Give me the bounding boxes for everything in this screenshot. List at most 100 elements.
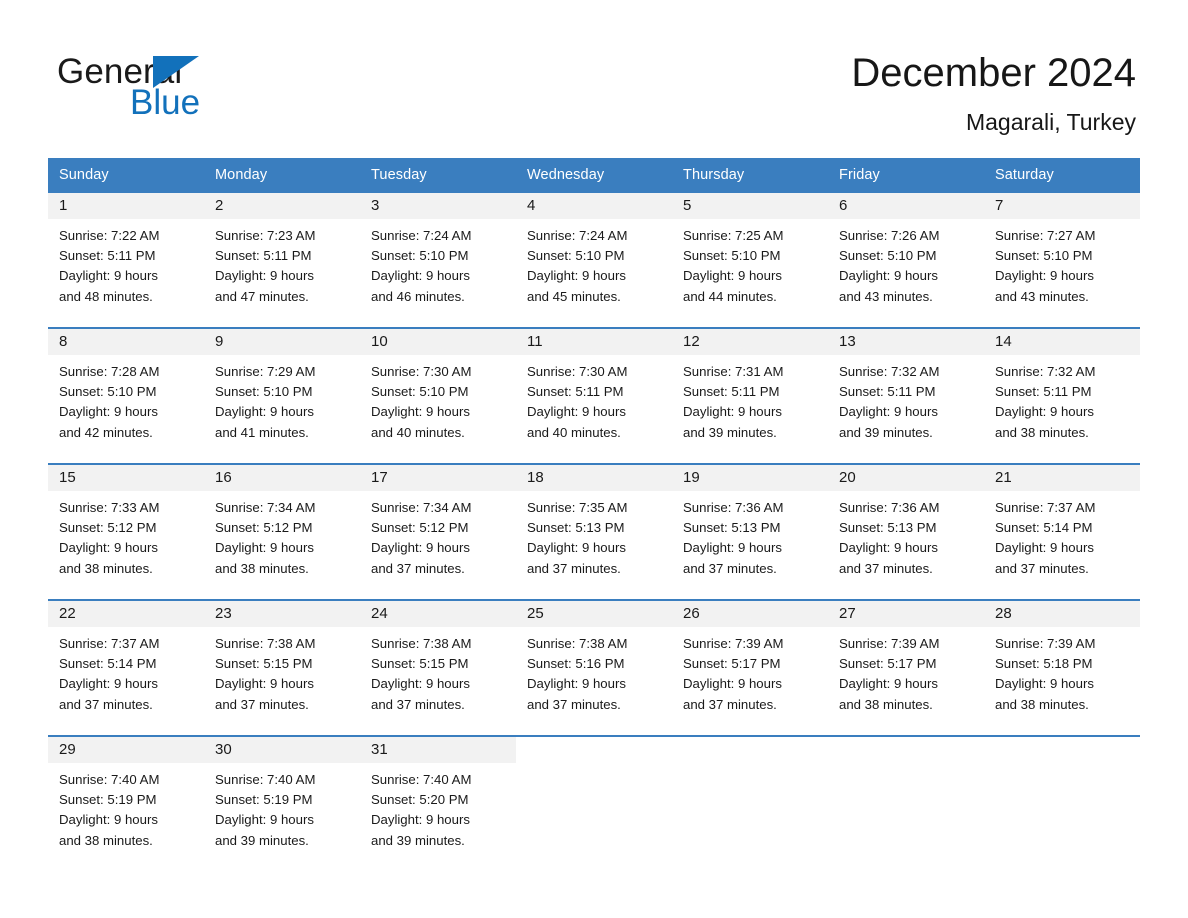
day-cell[interactable]: 23 Sunrise: 7:38 AM Sunset: 5:15 PM Dayligh…: [204, 599, 360, 736]
daylight-text-line1: Daylight: 9 hours: [215, 404, 314, 420]
day-number: 3: [371, 197, 380, 214]
week-row: 29 Sunrise: 7:40 AM Sunset: 5:19 PM Dayligh…: [48, 735, 1140, 871]
day-cell[interactable]: 15 Sunrise: 7:33 AM Sunset: 5:12 PM Dayligh…: [48, 463, 204, 600]
sunset-text: Sunset: 5:10 PM: [527, 248, 625, 264]
sunset-text: Sunset: 5:14 PM: [995, 520, 1093, 536]
day-number: 5: [683, 197, 692, 214]
day-cell[interactable]: 7 Sunrise: 7:27 AM Sunset: 5:10 PM Daylight…: [984, 193, 1140, 328]
day-cell[interactable]: 5 Sunrise: 7:25 AM Sunset: 5:10 PM Daylight…: [672, 193, 828, 328]
daylight-text-line2: and 40 minutes.: [527, 424, 621, 440]
day-cell[interactable]: 21 Sunrise: 7:37 AM Sunset: 5:14 PM Dayligh…: [984, 463, 1140, 600]
daylight-text-line1: Daylight: 9 hours: [59, 676, 158, 692]
sunset-text: Sunset: 5:11 PM: [683, 384, 780, 400]
daylight-text-line2: and 37 minutes.: [215, 696, 309, 712]
sunrise-text: Sunrise: 7:40 AM: [371, 772, 472, 787]
day-cell[interactable]: 12 Sunrise: 7:31 AM Sunset: 5:11 PM Dayligh…: [672, 327, 828, 464]
day-cell[interactable]: 29 Sunrise: 7:40 AM Sunset: 5:19 PM Dayligh…: [48, 735, 204, 871]
day-cell[interactable]: 26 Sunrise: 7:39 AM Sunset: 5:17 PM Dayligh…: [672, 599, 828, 736]
day-cell[interactable]: 11 Sunrise: 7:30 AM Sunset: 5:11 PM Dayligh…: [516, 327, 672, 464]
daylight-text-line1: Daylight: 9 hours: [59, 404, 158, 420]
daylight-text-line1: Daylight: 9 hours: [59, 540, 158, 556]
sunset-text: Sunset: 5:18 PM: [995, 656, 1093, 672]
day-cell[interactable]: 6 Sunrise: 7:26 AM Sunset: 5:10 PM Daylight…: [828, 193, 984, 328]
day-cell[interactable]: 2 Sunrise: 7:23 AM Sunset: 5:11 PM Daylight…: [204, 193, 360, 328]
day-cell[interactable]: 16 Sunrise: 7:34 AM Sunset: 5:12 PM Dayligh…: [204, 463, 360, 600]
day-number: 30: [215, 741, 232, 758]
day-number: 13: [839, 333, 856, 350]
day-number: 31: [371, 741, 388, 758]
sunrise-text: Sunrise: 7:38 AM: [215, 636, 316, 651]
day-number: 27: [839, 605, 856, 622]
day-cell[interactable]: 1 Sunrise: 7:22 AM Sunset: 5:11 PM Daylight…: [48, 193, 204, 328]
general-blue-logo[interactable]: General Blue: [57, 52, 327, 124]
sunrise-text: Sunrise: 7:39 AM: [839, 636, 940, 651]
daylight-text-line2: and 39 minutes.: [683, 424, 777, 440]
daylight-text-line1: Daylight: 9 hours: [371, 268, 470, 284]
day-cell[interactable]: 31 Sunrise: 7:40 AM Sunset: 5:20 PM Dayligh…: [360, 735, 516, 871]
day-cell[interactable]: 25 Sunrise: 7:38 AM Sunset: 5:16 PM Dayligh…: [516, 599, 672, 736]
sunrise-text: Sunrise: 7:31 AM: [683, 364, 784, 379]
day-number: 20: [839, 469, 856, 486]
day-cell[interactable]: 24 Sunrise: 7:38 AM Sunset: 5:15 PM Dayligh…: [360, 599, 516, 736]
daylight-text-line1: Daylight: 9 hours: [839, 676, 938, 692]
sunset-text: Sunset: 5:19 PM: [215, 792, 313, 808]
daylight-text-line1: Daylight: 9 hours: [839, 404, 938, 420]
day-number: 8: [59, 333, 68, 350]
sunrise-text: Sunrise: 7:36 AM: [839, 500, 940, 515]
page-header: General Blue December 2024 Magarali, Tur…: [0, 0, 1188, 152]
weekday-header-sunday: Sunday: [48, 158, 204, 193]
daylight-text-line1: Daylight: 9 hours: [683, 540, 782, 556]
daylight-text-line1: Daylight: 9 hours: [527, 404, 626, 420]
sunrise-text: Sunrise: 7:32 AM: [839, 364, 940, 379]
daylight-text-line2: and 37 minutes.: [995, 560, 1089, 576]
day-cell[interactable]: 17 Sunrise: 7:34 AM Sunset: 5:12 PM Dayligh…: [360, 463, 516, 600]
day-cell[interactable]: 30 Sunrise: 7:40 AM Sunset: 5:19 PM Dayligh…: [204, 735, 360, 871]
day-cell[interactable]: 18 Sunrise: 7:35 AM Sunset: 5:13 PM Dayligh…: [516, 463, 672, 600]
sunrise-text: Sunrise: 7:29 AM: [215, 364, 316, 379]
day-cell-empty: [516, 735, 672, 871]
day-number: 16: [215, 469, 232, 486]
day-cell[interactable]: 28 Sunrise: 7:39 AM Sunset: 5:18 PM Dayligh…: [984, 599, 1140, 736]
day-cell-empty: [828, 735, 984, 871]
day-cell[interactable]: 4 Sunrise: 7:24 AM Sunset: 5:10 PM Daylight…: [516, 193, 672, 328]
sunset-text: Sunset: 5:11 PM: [995, 384, 1092, 400]
sunrise-text: Sunrise: 7:30 AM: [527, 364, 628, 379]
daylight-text-line1: Daylight: 9 hours: [995, 540, 1094, 556]
day-cell[interactable]: 27 Sunrise: 7:39 AM Sunset: 5:17 PM Dayligh…: [828, 599, 984, 736]
day-cell[interactable]: 19 Sunrise: 7:36 AM Sunset: 5:13 PM Dayligh…: [672, 463, 828, 600]
sunset-text: Sunset: 5:13 PM: [683, 520, 781, 536]
sunset-text: Sunset: 5:10 PM: [995, 248, 1093, 264]
day-cell[interactable]: 14 Sunrise: 7:32 AM Sunset: 5:11 PM Dayligh…: [984, 327, 1140, 464]
day-cell[interactable]: 8 Sunrise: 7:28 AM Sunset: 5:10 PM Daylight…: [48, 327, 204, 464]
daylight-text-line2: and 37 minutes.: [371, 560, 465, 576]
daylight-text-line2: and 38 minutes.: [995, 424, 1089, 440]
weekday-header-saturday: Saturday: [984, 158, 1140, 193]
daylight-text-line2: and 39 minutes.: [215, 832, 309, 848]
day-cell[interactable]: 9 Sunrise: 7:29 AM Sunset: 5:10 PM Daylight…: [204, 327, 360, 464]
daylight-text-line1: Daylight: 9 hours: [215, 268, 314, 284]
sunrise-text: Sunrise: 7:34 AM: [371, 500, 472, 515]
day-cell-empty: [672, 735, 828, 871]
sunset-text: Sunset: 5:19 PM: [59, 792, 157, 808]
sunrise-text: Sunrise: 7:38 AM: [527, 636, 628, 651]
daylight-text-line2: and 38 minutes.: [59, 832, 153, 848]
sunset-text: Sunset: 5:11 PM: [839, 384, 936, 400]
day-number: 28: [995, 605, 1012, 622]
daylight-text-line2: and 39 minutes.: [371, 832, 465, 848]
logo-text-blue: Blue: [130, 83, 201, 122]
calendar-body: 1 Sunrise: 7:22 AM Sunset: 5:11 PM Daylight…: [48, 193, 1140, 871]
sunrise-text: Sunrise: 7:40 AM: [59, 772, 160, 787]
sunrise-text: Sunrise: 7:38 AM: [371, 636, 472, 651]
day-cell[interactable]: 22 Sunrise: 7:37 AM Sunset: 5:14 PM Dayligh…: [48, 599, 204, 736]
day-cell[interactable]: 3 Sunrise: 7:24 AM Sunset: 5:10 PM Daylight…: [360, 193, 516, 328]
day-cell[interactable]: 13 Sunrise: 7:32 AM Sunset: 5:11 PM Dayligh…: [828, 327, 984, 464]
sunset-text: Sunset: 5:15 PM: [215, 656, 313, 672]
sunrise-text: Sunrise: 7:33 AM: [59, 500, 160, 515]
day-cell[interactable]: 10 Sunrise: 7:30 AM Sunset: 5:10 PM Dayligh…: [360, 327, 516, 464]
daylight-text-line2: and 46 minutes.: [371, 288, 465, 304]
day-number: 17: [371, 469, 388, 486]
location-subtitle: Magarali, Turkey: [965, 109, 1136, 135]
day-cell[interactable]: 20 Sunrise: 7:36 AM Sunset: 5:13 PM Dayligh…: [828, 463, 984, 600]
sunset-text: Sunset: 5:12 PM: [371, 520, 469, 536]
day-number: 4: [527, 197, 536, 214]
